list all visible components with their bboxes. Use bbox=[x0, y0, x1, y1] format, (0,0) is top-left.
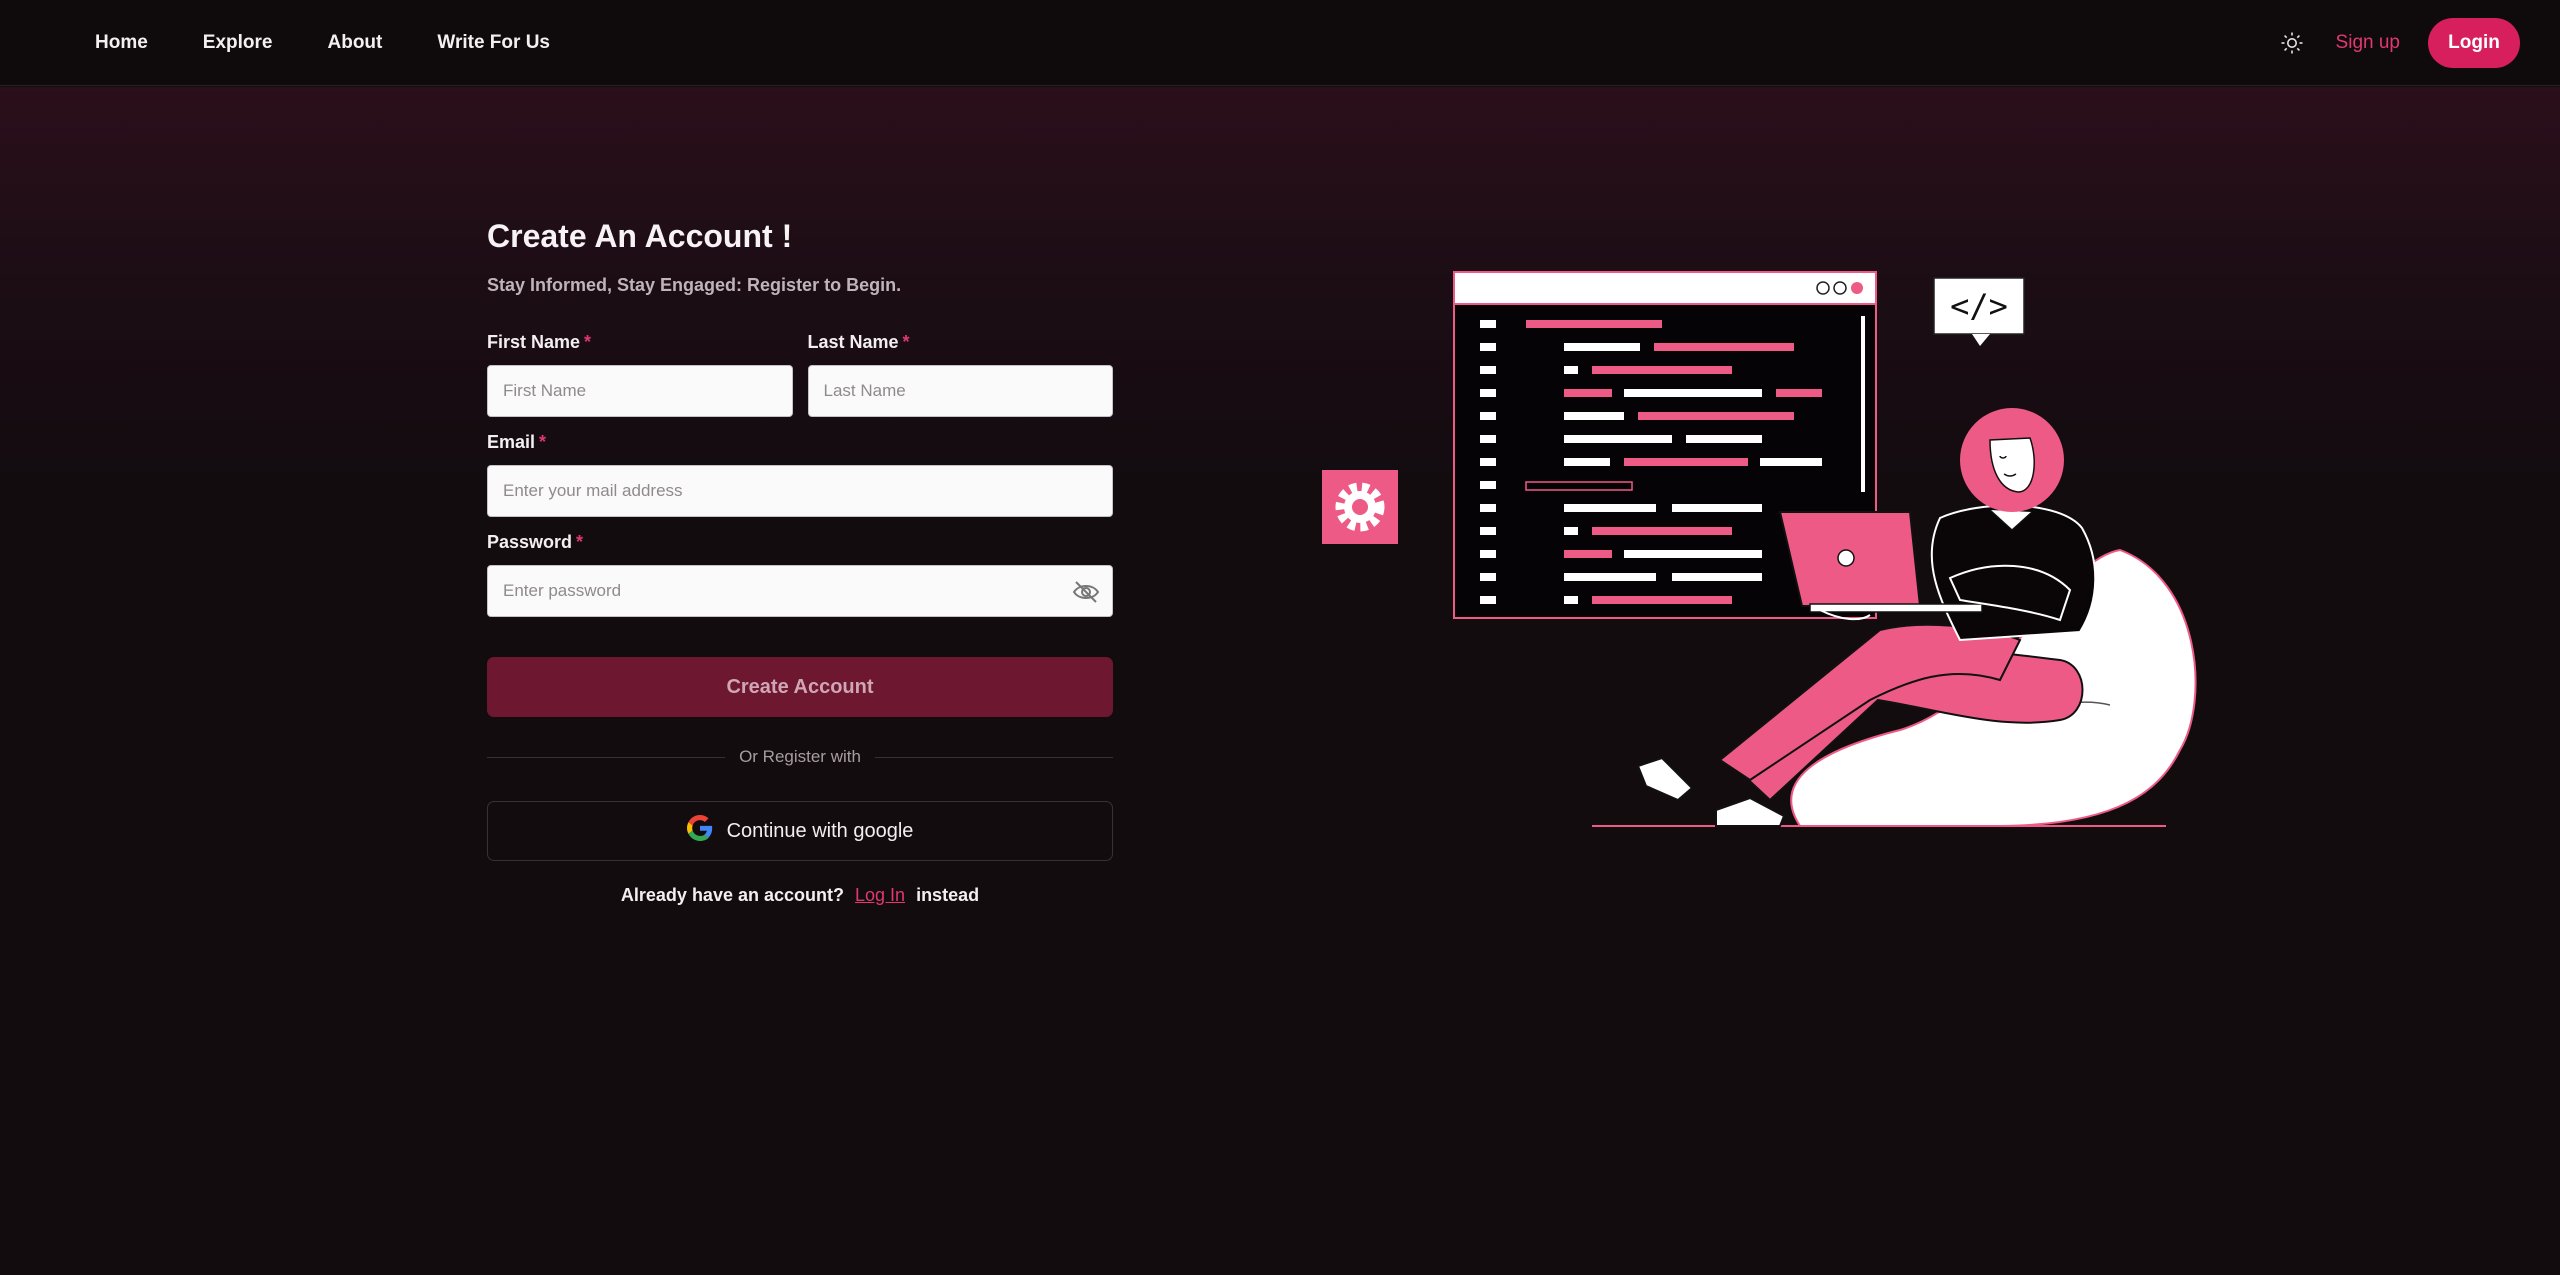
required-marker: * bbox=[539, 432, 547, 452]
email-field: Email * bbox=[487, 432, 1113, 517]
first-name-field: First Name * bbox=[487, 332, 793, 417]
gear-icon bbox=[1322, 470, 1398, 544]
sun-icon[interactable] bbox=[2276, 27, 2308, 59]
required-marker: * bbox=[584, 332, 592, 352]
nav-link-explore[interactable]: Explore bbox=[203, 32, 273, 54]
top-navbar: Home Explore About Write For Us Sign up … bbox=[0, 0, 2560, 86]
last-name-label: Last Name * bbox=[807, 332, 910, 352]
nav-link-home[interactable]: Home bbox=[95, 32, 148, 54]
google-signin-button[interactable]: Continue with google bbox=[487, 801, 1113, 861]
email-label: Email * bbox=[487, 432, 547, 452]
svg-text:</>: </> bbox=[1950, 287, 2008, 325]
google-button-label: Continue with google bbox=[726, 819, 914, 842]
eye-off-icon[interactable] bbox=[1071, 577, 1101, 607]
form-title: Create An Account ! bbox=[487, 218, 793, 254]
signup-link[interactable]: Sign up bbox=[2336, 32, 2400, 54]
password-input[interactable] bbox=[487, 565, 1113, 617]
required-marker: * bbox=[902, 332, 910, 352]
password-wrapper bbox=[487, 553, 1113, 617]
create-account-button[interactable]: Create Account bbox=[487, 657, 1113, 717]
first-name-label: First Name * bbox=[487, 332, 592, 352]
google-icon bbox=[686, 815, 713, 847]
login-prompt-prefix: Already have an account? bbox=[620, 885, 844, 905]
nav-links: Home Explore About Write For Us bbox=[95, 32, 550, 54]
nav-link-write-for-us[interactable]: Write For Us bbox=[437, 32, 550, 54]
login-prompt-suffix: instead bbox=[916, 885, 980, 905]
first-name-input[interactable] bbox=[487, 365, 793, 417]
form-subtitle: Stay Informed, Stay Engaged: Register to… bbox=[487, 275, 902, 295]
required-marker: * bbox=[576, 532, 584, 552]
password-field: Password * bbox=[487, 532, 1113, 617]
login-button[interactable]: Login bbox=[2428, 17, 2520, 68]
divider-text: Or Register with bbox=[739, 747, 861, 766]
nav-link-about[interactable]: About bbox=[328, 32, 383, 54]
last-name-field: Last Name * bbox=[807, 332, 1113, 417]
divider-line bbox=[487, 756, 726, 758]
name-row: First Name* Last Name* bbox=[487, 332, 1113, 417]
code-tag-bubble: </> bbox=[1933, 277, 2025, 346]
divider-line bbox=[874, 756, 1113, 758]
nav-actions: Sign up Login bbox=[2276, 17, 2520, 68]
login-prompt: Already have an account? Log In instead bbox=[487, 885, 1113, 906]
register-divider: Or Register with bbox=[487, 747, 1113, 767]
signup-form: Create An Account ! Stay Informed, Stay … bbox=[487, 218, 1113, 906]
email-input[interactable] bbox=[487, 465, 1113, 517]
developer-illustration: </> bbox=[1300, 260, 2260, 840]
last-name-input[interactable] bbox=[807, 365, 1113, 417]
password-label: Password * bbox=[487, 532, 584, 552]
login-inline-link[interactable]: Log In bbox=[855, 885, 905, 905]
